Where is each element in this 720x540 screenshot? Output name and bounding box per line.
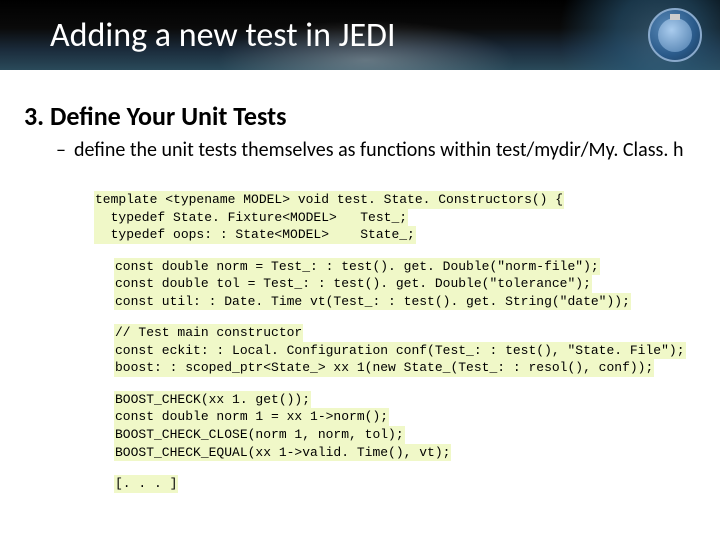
code-block-3: // Test main constructor const eckit: : … — [94, 324, 696, 377]
section-heading: 3.Define Your Unit Tests — [24, 100, 696, 132]
code-line: const double tol = Test_: : test(). get.… — [114, 275, 592, 293]
code-line: template <typename MODEL> void test. Sta… — [94, 191, 564, 209]
code-line: const util: : Date. Time vt(Test_: : tes… — [114, 293, 631, 311]
section-sub-bullet: define the unit tests themselves as func… — [24, 138, 696, 163]
code-area: template <typename MODEL> void test. Sta… — [94, 191, 696, 493]
section-heading-text: Define Your Unit Tests — [50, 100, 286, 132]
slide-content: 3.Define Your Unit Tests define the unit… — [0, 70, 720, 493]
code-block-2: const double norm = Test_: : test(). get… — [94, 258, 696, 311]
code-line: // Test main constructor — [114, 324, 303, 342]
code-line: const double norm 1 = xx 1->norm(); — [114, 408, 389, 426]
code-line: BOOST_CHECK(xx 1. get()); — [114, 391, 311, 409]
code-line: BOOST_CHECK_CLOSE(norm 1, norm, tol); — [114, 426, 405, 444]
code-line: const eckit: : Local. Configuration conf… — [114, 342, 686, 360]
slide-title: Adding a new test in JEDI — [50, 15, 396, 56]
code-block-5: [. . . ] — [94, 475, 696, 493]
section-number: 3. — [24, 100, 50, 132]
code-line: [. . . ] — [114, 475, 178, 493]
code-block-4: BOOST_CHECK(xx 1. get()); const double n… — [94, 391, 696, 461]
jcsda-logo-icon — [648, 8, 702, 62]
code-line: BOOST_CHECK_EQUAL(xx 1->valid. Time(), v… — [114, 444, 451, 462]
code-block-1: template <typename MODEL> void test. Sta… — [94, 191, 696, 244]
code-line: const double norm = Test_: : test(). get… — [114, 258, 600, 276]
slide-header: Adding a new test in JEDI — [0, 0, 720, 70]
code-line: typedef State. Fixture<MODEL> Test_; — [94, 209, 408, 227]
code-line: boost: : scoped_ptr<State_> xx 1(new Sta… — [114, 359, 654, 377]
code-line: typedef oops: : State<MODEL> State_; — [94, 226, 416, 244]
